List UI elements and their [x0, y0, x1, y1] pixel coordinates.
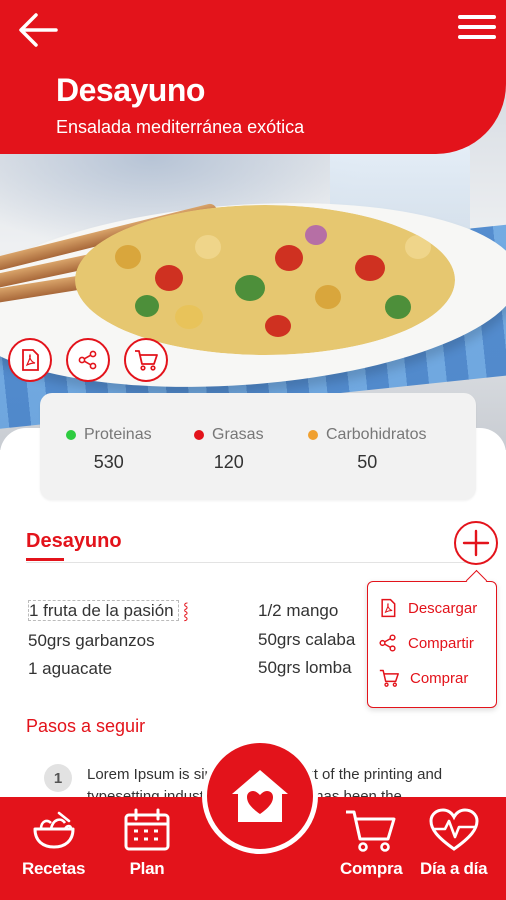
ingredient-item: 50grs calaba [258, 629, 356, 649]
salad [75, 205, 455, 355]
cart-icon [379, 669, 399, 687]
action-icons [8, 338, 168, 382]
plus-icon [462, 529, 490, 557]
nav-label: Compra [340, 859, 403, 878]
ingredients-col-1: 1 fruta de la pasión ⸾ 50grs garbanzos 1… [28, 597, 189, 684]
ingredient-item: 50grs lomba [258, 658, 352, 677]
ingredient-item: 1/2 mango [258, 601, 339, 620]
section-title: Desayuno [26, 530, 122, 552]
orange-dot-icon [308, 430, 318, 440]
nav-label: Día a día [420, 859, 488, 878]
heart-pulse-icon [429, 808, 479, 851]
nutrition-fat: Grasas 120 [194, 426, 264, 473]
add-button[interactable] [454, 521, 498, 565]
nav-label: Recetas [22, 859, 86, 878]
nav-dia-a-dia[interactable]: Día a día [420, 807, 488, 879]
calendar-icon [124, 808, 170, 851]
nutrition-label: Grasas [212, 426, 264, 443]
dropdown-label: Compartir [408, 634, 474, 652]
share-icon [379, 634, 396, 652]
nutrition-value: 50 [357, 452, 378, 472]
nutrition-value: 120 [213, 452, 244, 472]
steps-title: Pasos a seguir [26, 716, 146, 736]
pdf-icon [22, 349, 39, 371]
ingredients-col-2: 1/2 mango 50grs calaba 50grs lomba [258, 597, 355, 683]
dropdown-label: Comprar [410, 669, 469, 687]
back-button[interactable] [16, 10, 64, 52]
nutrition-label: Carbohidratos [326, 426, 427, 443]
ingredient-item: 1 aguacate [28, 659, 113, 678]
pdf-icon [381, 598, 396, 618]
nutrition-value: 530 [93, 452, 124, 472]
nav-plan[interactable]: Plan [122, 807, 172, 879]
cart-icon [346, 810, 396, 852]
dropdown-share[interactable]: Compartir [378, 633, 474, 653]
dropdown-label: Descargar [408, 599, 478, 617]
green-dot-icon [66, 430, 76, 440]
menu-bar [458, 15, 496, 19]
cart-icon [135, 350, 158, 371]
dropdown-download[interactable]: Descargar [378, 598, 477, 618]
home-button[interactable] [202, 738, 318, 854]
nav-compra[interactable]: Compra [340, 807, 403, 879]
share-icon [78, 350, 97, 370]
red-dot-icon [194, 430, 204, 440]
share-button[interactable] [66, 338, 110, 382]
menu-button[interactable] [458, 10, 496, 48]
cart-button[interactable] [124, 338, 168, 382]
pdf-button[interactable] [8, 338, 52, 382]
nutrition-label: Proteinas [84, 426, 152, 443]
ingredient-item: 50grs garbanzos [28, 630, 155, 650]
page-subtitle: Ensalada mediterránea exótica [56, 117, 305, 137]
home-heart-icon [232, 770, 288, 822]
nav-recetas[interactable]: Recetas [22, 807, 85, 879]
step-number: 1 [44, 764, 72, 792]
nutrition-protein: Proteinas 530 [66, 426, 152, 473]
nutrition-card: Proteinas 530 Grasas 120 Carbohidratos 5… [40, 393, 476, 500]
nav-label: Plan [129, 859, 165, 878]
dropdown-buy[interactable]: Comprar [378, 668, 468, 688]
cursor-icon: ⸾ [178, 603, 189, 620]
actions-dropdown: Descargar Compartir Comprar [367, 581, 497, 708]
menu-bar [458, 25, 496, 29]
nutrition-carbs: Carbohidratos 50 [308, 426, 427, 473]
section-underline [26, 558, 64, 561]
header: Desayuno Ensalada mediterránea exótica [0, 0, 506, 154]
arrow-left-icon [19, 13, 58, 47]
salad-bowl-icon [33, 811, 75, 849]
divider [26, 562, 480, 563]
page-title: Desayuno [56, 72, 205, 108]
menu-bar [458, 35, 496, 39]
ingredient-item[interactable]: 1 fruta de la pasión [28, 600, 179, 621]
